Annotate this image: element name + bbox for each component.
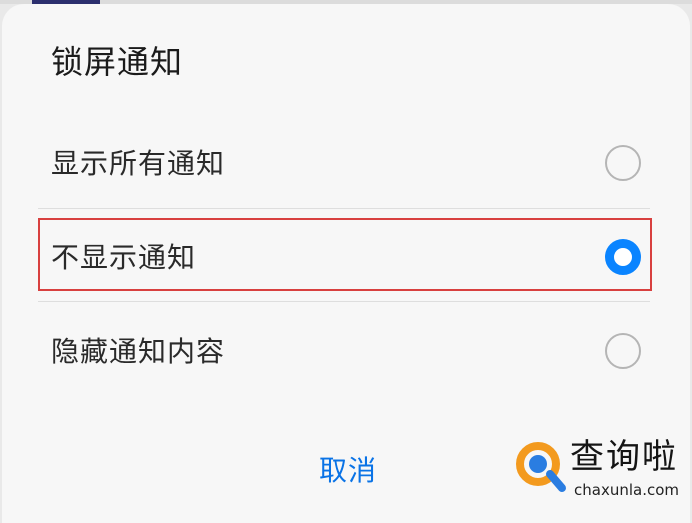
highlight-box	[38, 218, 652, 291]
cancel-button[interactable]: 取消	[306, 450, 390, 492]
radio-button[interactable]	[605, 333, 641, 369]
watermark-name: 查询啦	[570, 437, 678, 477]
watermark-url: chaxunla.com	[574, 481, 679, 499]
option-show-all-notifications[interactable]: 显示所有通知	[38, 127, 655, 203]
option-label: 显示所有通知	[51, 147, 226, 180]
radio-button[interactable]	[605, 145, 641, 181]
magnifier-logo-icon	[516, 442, 566, 492]
option-hide-notification-content[interactable]: 隐藏通知内容	[38, 315, 655, 391]
option-label: 隐藏通知内容	[51, 335, 226, 368]
watermark: 查询啦 chaxunla.com	[514, 434, 686, 506]
dialog-title: 锁屏通知	[51, 43, 184, 81]
divider	[38, 301, 650, 302]
divider	[38, 208, 650, 209]
